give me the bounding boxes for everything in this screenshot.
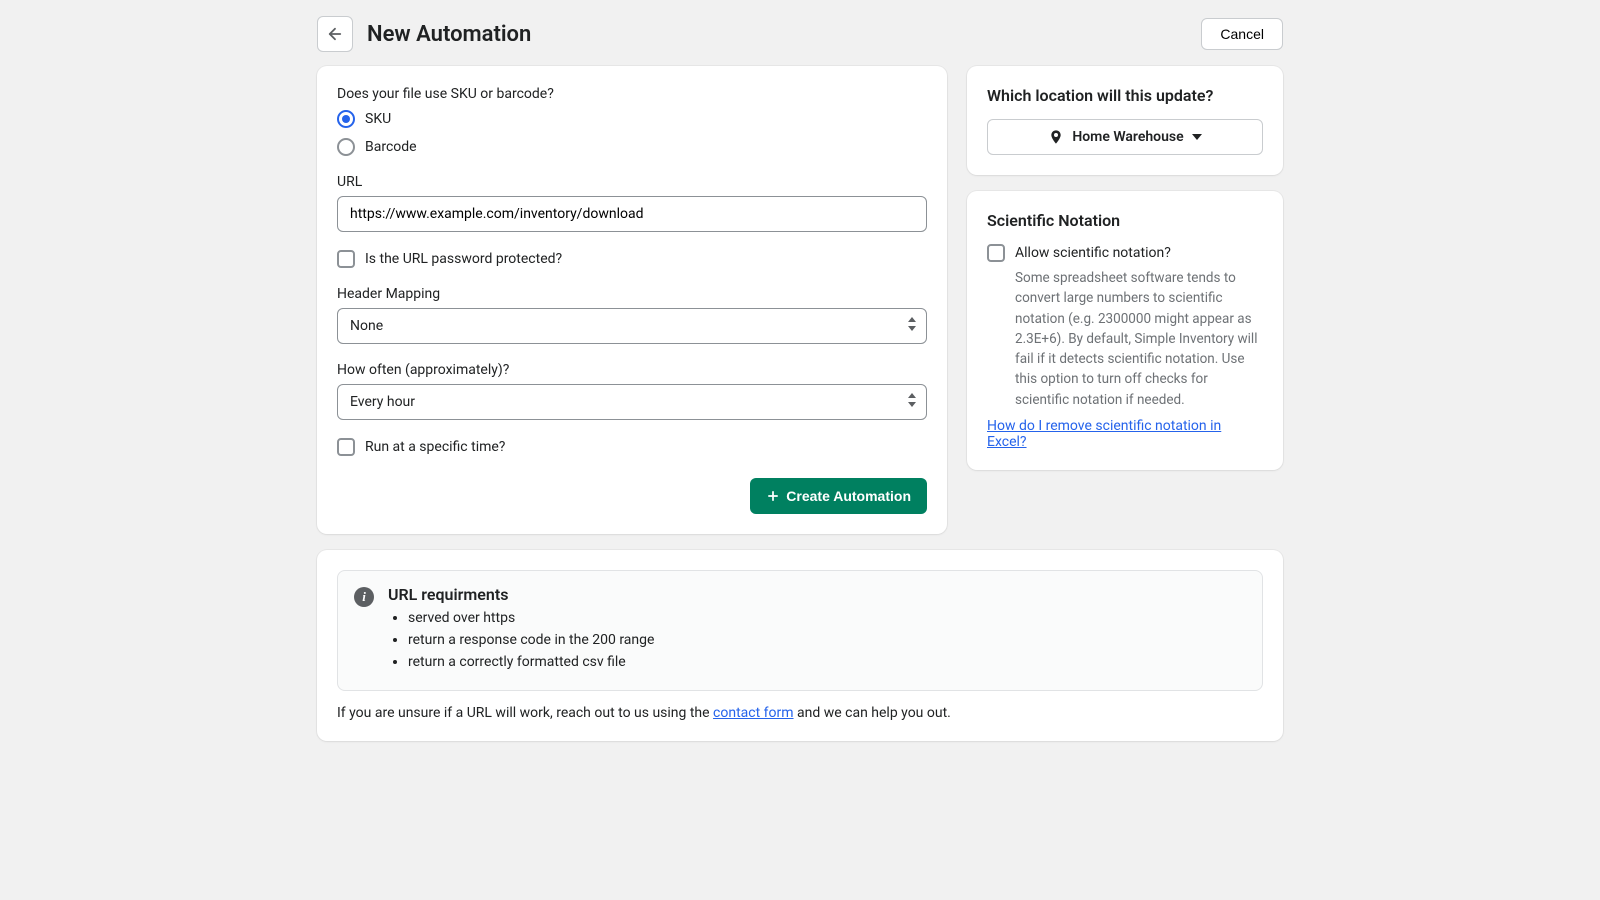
plus-icon xyxy=(766,489,780,503)
allow-sci-label: Allow scientific notation? xyxy=(1015,245,1171,261)
radio-icon xyxy=(337,138,355,156)
create-automation-button[interactable]: Create Automation xyxy=(750,478,927,514)
checkbox-icon xyxy=(987,244,1005,262)
map-pin-icon xyxy=(1048,129,1064,145)
url-requirements-card: i URL requirments served over https retu… xyxy=(317,550,1283,741)
requirements-list: served over https return a response code… xyxy=(388,610,1246,670)
location-card: Which location will this update? Home Wa… xyxy=(967,66,1283,175)
radio-sku[interactable]: SKU xyxy=(337,110,927,128)
sci-help-text: Some spreadsheet software tends to conve… xyxy=(1015,268,1263,410)
checkbox-icon xyxy=(337,250,355,268)
checkbox-icon xyxy=(337,438,355,456)
arrow-left-icon xyxy=(326,25,344,43)
run-specific-time-label: Run at a specific time? xyxy=(365,439,505,455)
frequency-label: How often (approximately)? xyxy=(337,362,927,378)
requirements-title: URL requirments xyxy=(388,585,1246,604)
list-item: return a correctly formatted csv file xyxy=(408,654,1246,670)
list-item: return a response code in the 200 range xyxy=(408,632,1246,648)
header-mapping-select[interactable]: None xyxy=(337,308,927,344)
page-title: New Automation xyxy=(367,22,1201,47)
back-button[interactable] xyxy=(317,16,353,52)
password-protected-label: Is the URL password protected? xyxy=(365,251,562,267)
create-automation-label: Create Automation xyxy=(786,488,911,504)
info-banner: i URL requirments served over https retu… xyxy=(337,570,1263,691)
radio-barcode[interactable]: Barcode xyxy=(337,138,927,156)
contact-form-link[interactable]: contact form xyxy=(713,705,794,721)
frequency-select[interactable]: Every hour xyxy=(337,384,927,420)
run-specific-time-checkbox[interactable]: Run at a specific time? xyxy=(337,438,927,456)
location-title: Which location will this update? xyxy=(987,86,1263,105)
location-value: Home Warehouse xyxy=(1072,129,1183,145)
url-label: URL xyxy=(337,174,927,190)
radio-sku-label: SKU xyxy=(365,111,391,127)
requirements-footer: If you are unsure if a URL will work, re… xyxy=(337,705,1263,721)
allow-sci-checkbox[interactable]: Allow scientific notation? xyxy=(987,244,1263,262)
caret-down-icon xyxy=(1192,134,1202,140)
sci-link[interactable]: How do I remove scientific notation in E… xyxy=(987,418,1263,450)
header-mapping-label: Header Mapping xyxy=(337,286,927,302)
sci-title: Scientific Notation xyxy=(987,211,1263,230)
automation-form-card: Does your file use SKU or barcode? SKU B… xyxy=(317,66,947,534)
identifier-question-label: Does your file use SKU or barcode? xyxy=(337,86,927,102)
footer-text-post: and we can help you out. xyxy=(794,705,951,721)
list-item: served over https xyxy=(408,610,1246,626)
info-icon: i xyxy=(354,587,374,607)
password-protected-checkbox[interactable]: Is the URL password protected? xyxy=(337,250,927,268)
url-input[interactable] xyxy=(337,196,927,232)
radio-barcode-label: Barcode xyxy=(365,139,417,155)
scientific-notation-card: Scientific Notation Allow scientific not… xyxy=(967,191,1283,470)
radio-icon xyxy=(337,110,355,128)
cancel-button[interactable]: Cancel xyxy=(1201,18,1283,50)
location-select[interactable]: Home Warehouse xyxy=(987,119,1263,155)
footer-text-pre: If you are unsure if a URL will work, re… xyxy=(337,705,713,721)
